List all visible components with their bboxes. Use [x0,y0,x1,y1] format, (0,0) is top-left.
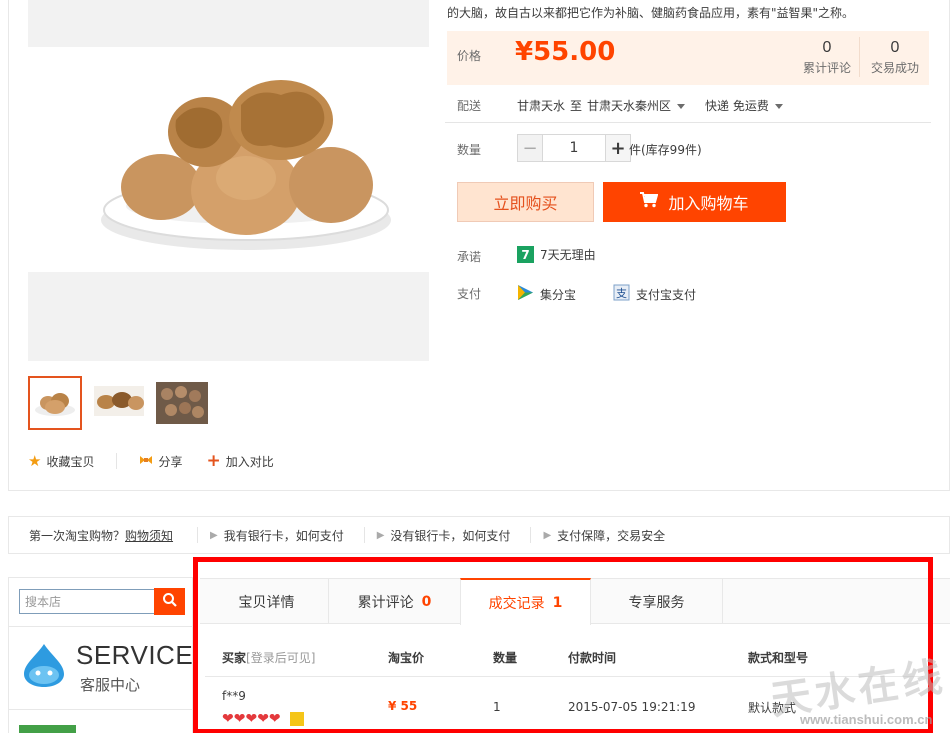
price-box: 价格 ¥55.00 0 累计评论 0 交易成功 [447,31,929,85]
review-count: 0 [822,39,832,56]
payment-jifenbao[interactable]: 集分宝 [517,284,576,304]
description-text: 的大脑，故自古以来都把它作为补脑、健脑药食品应用，素有"益智果"之称。 [447,6,855,20]
svg-text:支: 支 [616,287,627,300]
chevron-down-icon [677,104,686,109]
sales-count: 0 [890,39,900,56]
add-to-cart-label: 加入购物车 [668,194,749,213]
payment-alipay[interactable]: 支 支付宝支付 [613,284,696,304]
service-mascot-icon [22,642,66,691]
help-item-label: 我有银行卡，如何支付 [223,528,344,543]
jifenbao-icon [517,284,534,304]
ship-to: 甘肃天水秦州区 [587,99,672,113]
help-item-label: 没有银行卡，如何支付 [390,528,511,543]
thumbnail-1[interactable] [28,376,82,430]
promise-text: 7天无理由 [540,248,596,262]
alipay-icon: 支 [613,284,630,304]
divider [859,37,860,77]
service-title: SERVICE [76,640,194,670]
help-item-security[interactable]: ▶ 支付保障，交易安全 [530,527,685,543]
ship-from: 甘肃天水 [517,99,566,113]
shipping-label: 配送 [457,99,482,113]
seven-day-icon: 7 [517,246,534,263]
price-value: ¥55.00 [515,37,616,67]
watermark-url: www.tianshui.com.cn [800,712,933,727]
help-bar: 第一次淘宝购物？购物须知 ▶ 我有银行卡，如何支付 ▶ 没有银行卡，如何支付 ▶… [8,516,950,554]
sales-count-label: 交易成功 [870,61,919,75]
chevron-right-icon: ▶ [543,529,552,541]
buy-now-label: 立即购买 [493,194,558,213]
help-item-label: 支付保障，交易安全 [557,528,666,543]
sales-stat: 0 交易成功 [865,39,925,76]
search-placeholder: 搜本店 [25,595,62,609]
favorite-button[interactable]: ★ 收藏宝贝 [28,452,94,470]
help-first-text: 第一次淘宝购物？ [29,528,126,543]
divider [445,122,931,123]
gallery-actions: ★ 收藏宝贝 分享 + 加入对比 [28,451,274,471]
main-image-bg-bottom [28,272,429,361]
help-item-no-card[interactable]: ▶ 没有银行卡，如何支付 [363,527,531,543]
share-label: 分享 [158,454,183,469]
ship-method: 快递 免运费 [705,99,769,113]
divider [116,453,118,469]
share-button[interactable]: 分享 [139,453,182,470]
favorite-label: 收藏宝贝 [46,454,95,469]
chevron-down-icon [774,104,783,109]
quantity-stepper: − 1 + [517,134,631,162]
shopping-guide-link[interactable]: 购物须知 [125,529,173,543]
review-stat[interactable]: 0 累计评论 [795,39,859,76]
ship-to-word: 至 [570,99,583,113]
chevron-right-icon: ▶ [376,529,385,541]
alipay-label: 支付宝支付 [636,287,697,302]
cart-icon [640,192,659,212]
price-label: 价格 [457,49,482,63]
product-description: … 的大脑，故自古以来都把它作为补脑、健脑药食品应用，素有"益智果"之称。 [447,0,937,21]
plus-icon: + [206,451,221,471]
add-to-cart-button[interactable]: 加入购物车 [603,182,786,222]
share-icon [139,454,153,469]
main-product-image[interactable] [96,60,396,270]
quantity-decrease-button[interactable]: − [518,135,543,161]
ship-method-select[interactable]: 快递 免运费 [705,97,783,114]
shipping-info: 甘肃天水 至 甘肃天水秦州区 快递 免运费 [517,97,783,114]
buy-now-button[interactable]: 立即购买 [457,182,594,222]
service-subtitle: 客服中心 [80,676,141,694]
review-count-label: 累计评论 [802,61,851,75]
divider [8,626,193,627]
quantity-input[interactable]: 1 [543,135,605,161]
compare-label: 加入对比 [225,454,274,469]
jifenbao-label: 集分宝 [540,287,577,302]
help-first-time: 第一次淘宝购物？购物须知 [9,527,197,544]
shop-search-input[interactable]: 搜本店 [19,589,155,614]
payment-label: 支付 [457,287,482,301]
thumbnail-3[interactable] [155,376,209,430]
help-item-has-card[interactable]: ▶ 我有银行卡，如何支付 [197,527,364,543]
quantity-increase-button[interactable]: + [605,135,630,161]
ship-to-select[interactable]: 甘肃天水秦州区 [587,97,686,114]
divider [8,709,193,710]
search-icon [162,592,178,611]
chevron-right-icon: ▶ [210,529,218,541]
stock-text: 件(库存99件) [629,143,702,157]
shop-search-button[interactable] [154,588,185,615]
promise-label: 承诺 [457,250,482,264]
thumbnail-2[interactable] [92,376,146,430]
quantity-label: 数量 [457,143,482,157]
promise-item[interactable]: 7 7天无理由 [517,246,596,263]
sidebar-tag[interactable] [19,725,76,733]
main-image-bg-top [28,0,429,47]
compare-button[interactable]: + 加入对比 [206,451,273,471]
star-icon: ★ [28,452,42,470]
